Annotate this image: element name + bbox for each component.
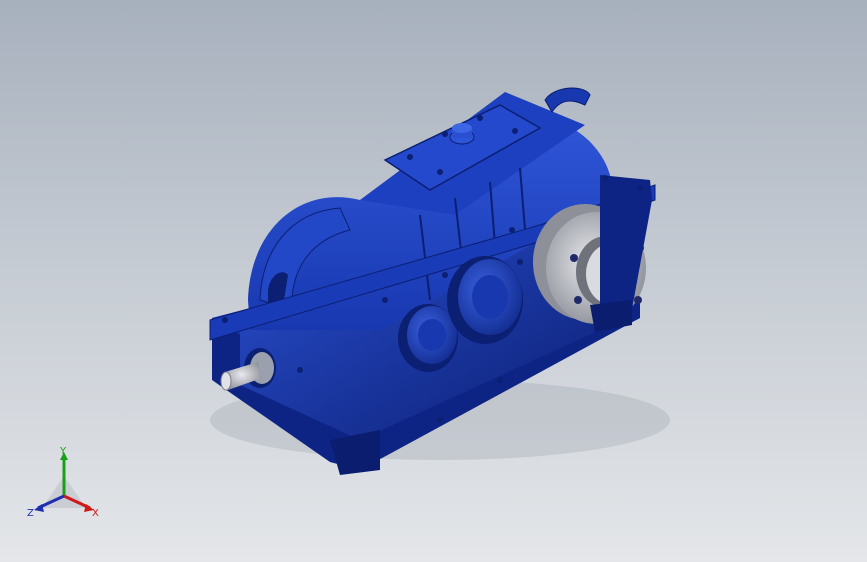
breather-cap-top <box>452 123 472 133</box>
3d-viewport[interactable]: Y X Z <box>0 0 867 562</box>
orientation-triad[interactable]: Y X Z <box>24 446 104 526</box>
x-axis-label: X <box>92 508 99 519</box>
bearing-cover-small[interactable] <box>398 304 458 372</box>
bearing-cover-mid[interactable] <box>447 256 523 344</box>
z-axis-label: Z <box>27 508 34 519</box>
foot-right <box>590 300 632 332</box>
gearbox-model[interactable] <box>0 0 867 562</box>
lifting-hook <box>544 87 591 113</box>
y-axis-label: Y <box>59 446 67 457</box>
